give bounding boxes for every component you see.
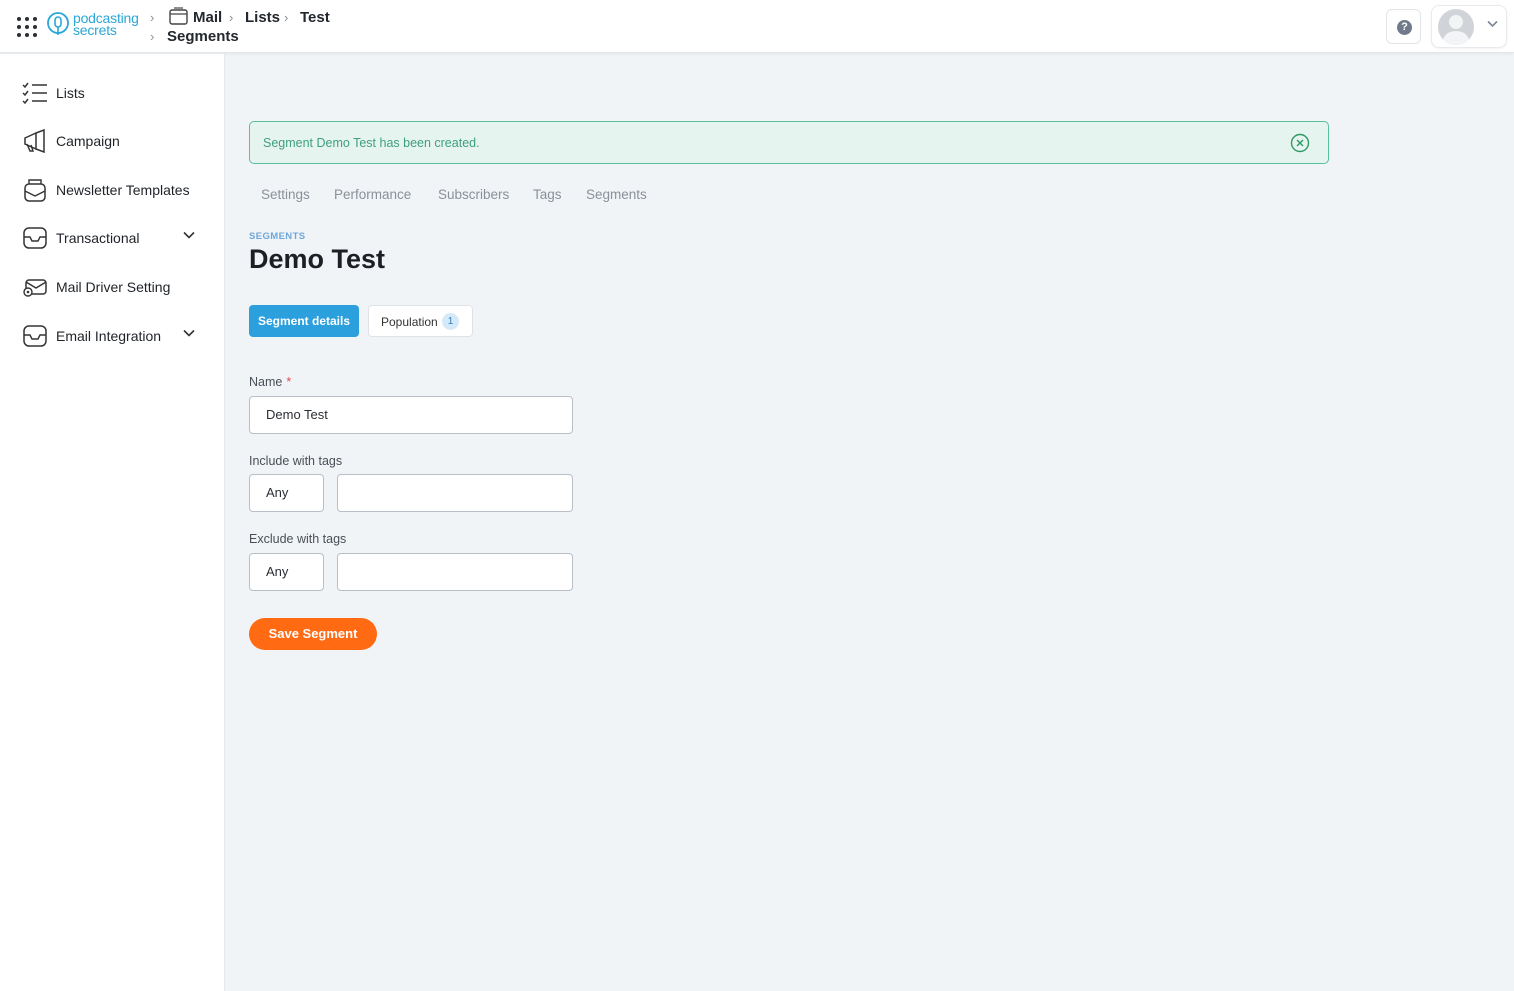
sidebar-item-label: Campaign — [56, 133, 120, 149]
chevron-right-icon: › — [284, 10, 289, 25]
close-icon[interactable] — [1290, 133, 1310, 153]
required-mark: * — [286, 375, 292, 389]
population-button[interactable]: Population 1 — [368, 305, 473, 337]
name-field[interactable]: Demo Test — [249, 396, 573, 434]
tab-performance[interactable]: Performance — [334, 187, 411, 202]
mail-settings-icon — [23, 279, 47, 297]
page-eyebrow: SEGMENTS — [249, 231, 306, 242]
chevron-right-icon: › — [229, 10, 234, 25]
inbox-icon — [23, 227, 47, 249]
avatar — [1438, 9, 1474, 45]
population-count-badge: 1 — [442, 313, 459, 330]
chevron-right-icon: › — [150, 10, 155, 25]
breadcrumb-lists[interactable]: Lists — [245, 9, 280, 26]
newsletter-icon — [24, 179, 46, 202]
chevron-down-icon — [1487, 20, 1498, 28]
checklist-icon — [22, 82, 47, 105]
sidebar-item-email-integration[interactable]: Email Integration — [0, 316, 225, 356]
breadcrumb-mail[interactable]: Mail — [193, 9, 222, 26]
include-tags-label: Include with tags — [249, 454, 343, 468]
logo[interactable]: podcasting secrets — [46, 9, 146, 39]
tab-settings[interactable]: Settings — [261, 187, 310, 202]
sidebar-item-label: Email Integration — [56, 328, 162, 344]
logo-text-bottom: secrets — [73, 22, 117, 38]
sidebar-item-mail-driver-setting[interactable]: Mail Driver Setting — [0, 267, 225, 307]
top-bar: podcasting secrets › Mail › Lists › Test… — [0, 0, 1514, 53]
sidebar-item-campaign[interactable]: Campaign — [0, 121, 225, 161]
exclude-mode-select[interactable]: Any — [249, 553, 324, 591]
page-title: Demo Test — [249, 244, 386, 274]
tab-segments[interactable]: Segments — [586, 187, 647, 202]
sidebar-item-transactional[interactable]: Transactional — [0, 218, 225, 258]
megaphone-icon — [24, 129, 45, 153]
breadcrumb-segments[interactable]: Segments — [167, 28, 239, 45]
inbox-icon — [23, 325, 47, 347]
chevron-down-icon[interactable] — [183, 329, 195, 337]
mail-app-icon — [169, 7, 188, 25]
name-label-text: Name — [249, 375, 283, 389]
success-alert: Segment Demo Test has been created. — [249, 121, 1329, 164]
sidebar: Lists Campaign Newsletter Templates Tran… — [0, 54, 225, 991]
save-segment-button[interactable]: Save Segment — [249, 618, 377, 650]
sidebar-item-label: Mail Driver Setting — [56, 279, 171, 295]
segment-details-button[interactable]: Segment details — [249, 305, 359, 337]
exclude-tags-input[interactable] — [337, 553, 573, 591]
chevron-down-icon[interactable] — [183, 231, 195, 239]
help-icon: ? — [1397, 20, 1412, 35]
include-mode-select[interactable]: Any — [249, 474, 324, 512]
chevron-right-icon: › — [150, 29, 155, 44]
breadcrumb-test[interactable]: Test — [300, 9, 330, 26]
sidebar-item-lists[interactable]: Lists — [0, 73, 225, 113]
tab-subscribers[interactable]: Subscribers — [438, 187, 509, 202]
apps-grid-icon[interactable] — [17, 17, 37, 37]
help-button[interactable]: ? — [1386, 9, 1421, 44]
user-menu-button[interactable] — [1431, 5, 1507, 48]
tab-tags[interactable]: Tags — [533, 187, 562, 202]
sidebar-item-label: Transactional — [56, 230, 140, 246]
alert-message: Segment Demo Test has been created. — [263, 136, 480, 150]
exclude-tags-label: Exclude with tags — [249, 532, 347, 546]
population-label: Population — [381, 315, 438, 329]
podcast-logo-icon — [47, 12, 69, 35]
sidebar-item-label: Newsletter Templates — [56, 182, 190, 198]
sidebar-item-label: Lists — [56, 85, 85, 101]
include-tags-input[interactable] — [337, 474, 573, 512]
name-label: Name * — [249, 375, 291, 389]
sidebar-item-newsletter-templates[interactable]: Newsletter Templates — [0, 170, 225, 210]
